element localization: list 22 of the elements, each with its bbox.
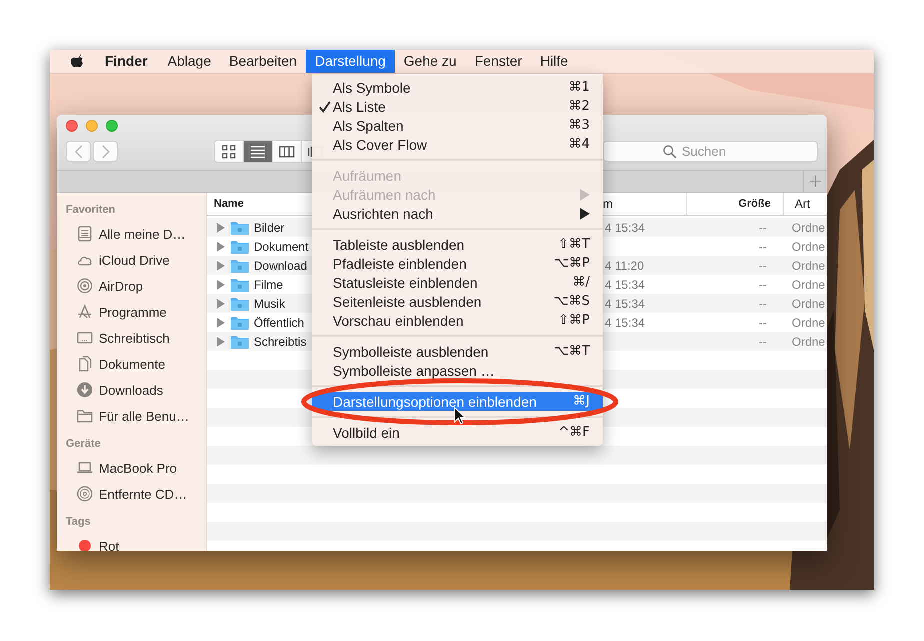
kind-text: Ordne [792, 258, 826, 272]
kind-text: Ordne [792, 334, 826, 348]
kind-text: Ordne [792, 296, 826, 310]
kind-text: Ordne [792, 240, 826, 254]
size-text: -- [759, 316, 767, 330]
date-text: 4 15:34 [605, 220, 646, 234]
section-heading: Tags [65, 515, 92, 530]
date-text: 4 15:34 [605, 316, 646, 330]
size-text: -- [759, 258, 767, 272]
size-text: -- [759, 240, 767, 254]
kind-text: Ordne [792, 220, 826, 234]
date-text: 4 11:20 [605, 258, 644, 272]
kind-text: Ordne [792, 316, 826, 330]
size-text: -- [759, 334, 767, 348]
size-text: -- [759, 220, 767, 234]
size-text: -- [759, 278, 767, 292]
date-text: 4 15:34 [605, 296, 646, 310]
section-heading: Geräte [65, 437, 102, 452]
size-text: -- [759, 296, 767, 310]
section-heading: Favoriten [65, 203, 117, 218]
date-text: 4 15:34 [605, 278, 646, 292]
kind-text: Ordne [792, 278, 826, 292]
